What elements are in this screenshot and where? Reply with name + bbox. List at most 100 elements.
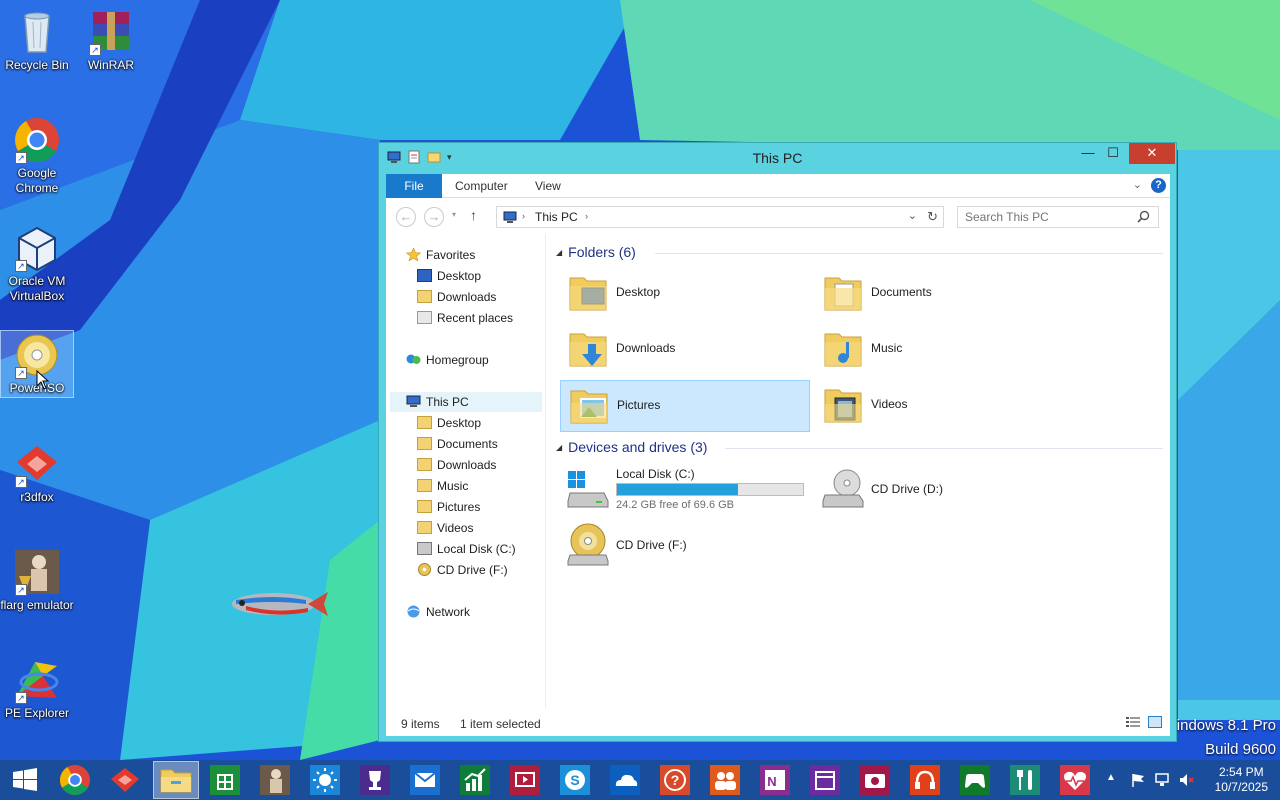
taskbar-clock[interactable]: 2:54 PM 10/7/2025 <box>1215 765 1268 795</box>
nav-this-pc-videos[interactable]: Videos <box>417 518 473 538</box>
clock-time: 2:54 PM <box>1218 765 1264 779</box>
nav-this-pc-cd-drive-f[interactable]: CD Drive (F:) <box>417 560 508 580</box>
folder-tile-downloads[interactable]: Downloads <box>560 324 810 376</box>
homegroup-icon <box>406 352 421 365</box>
taskbar-people[interactable] <box>708 763 742 797</box>
taskbar-food[interactable] <box>1008 763 1042 797</box>
taskbar-camera[interactable] <box>858 763 892 797</box>
show-hidden-icons-button[interactable]: ▲ <box>1106 772 1120 788</box>
desktop-icon-recycle-bin[interactable]: Recycle Bin <box>0 8 74 73</box>
folder-tile-documents[interactable]: Documents <box>815 268 1065 320</box>
search-box[interactable] <box>957 206 1159 228</box>
taskbar-music[interactable] <box>908 763 942 797</box>
taskbar-skype[interactable]: S <box>558 763 592 797</box>
taskbar-flarg[interactable] <box>258 763 292 797</box>
nav-this-pc-pictures[interactable]: Pictures <box>417 497 480 517</box>
folder-tile-music[interactable]: Music <box>815 324 1065 376</box>
folder-tile-videos[interactable]: Videos <box>815 380 1065 432</box>
address-box[interactable]: › This PC › ⌄ ↻ <box>496 206 944 228</box>
start-button[interactable] <box>8 763 42 797</box>
taskbar-r3dfox[interactable] <box>108 763 142 797</box>
finance-icon <box>460 765 490 795</box>
breadcrumb-this-pc[interactable]: This PC <box>535 210 578 224</box>
taskbar-help[interactable]: ? <box>658 763 692 797</box>
help-icon[interactable]: ? <box>1151 178 1166 193</box>
refresh-icon[interactable]: ↻ <box>927 209 938 225</box>
svg-text:?: ? <box>671 772 680 788</box>
taskbar-health[interactable] <box>1058 763 1092 797</box>
close-button[interactable]: ✕ <box>1129 143 1175 164</box>
taskbar-onenote[interactable]: N <box>758 763 792 797</box>
taskbar-onedrive[interactable] <box>608 763 642 797</box>
network-tray-icon[interactable] <box>1154 772 1170 788</box>
minimize-button[interactable]: — <box>1075 143 1101 164</box>
nav-favorites-recent-places[interactable]: Recent places <box>417 308 513 328</box>
nav-network[interactable]: Network <box>406 602 470 622</box>
taskbar-games[interactable] <box>958 763 992 797</box>
volume-muted-icon[interactable] <box>1178 772 1194 788</box>
nav-favorites[interactable]: Favorites <box>405 245 475 265</box>
taskbar-store[interactable] <box>208 763 242 797</box>
search-icon[interactable] <box>1137 210 1150 226</box>
nav-homegroup[interactable]: Homegroup <box>406 350 489 370</box>
taskbar-weather[interactable] <box>308 763 342 797</box>
trophy-icon <box>360 765 390 795</box>
forward-button[interactable]: → <box>424 207 444 227</box>
up-button[interactable]: ↑ <box>470 207 477 223</box>
taskbar-chrome[interactable] <box>58 763 92 797</box>
skype-icon: S <box>560 765 590 795</box>
nav-this-pc-documents[interactable]: Documents <box>417 434 498 454</box>
large-icons-view-icon[interactable] <box>1148 716 1162 731</box>
desktop-icon-pe-explorer[interactable]: ↗ PE Explorer <box>0 656 74 721</box>
desktop-folder-icon <box>566 270 610 316</box>
drive-tile-cd-drive-f[interactable]: CD Drive (F:) <box>560 519 810 571</box>
file-explorer-window[interactable]: ▾ This PC — ☐ ✕ File Computer View ⌄ ? ←… <box>378 142 1177 742</box>
back-button[interactable]: ← <box>396 207 416 227</box>
nav-favorites-desktop[interactable]: Desktop <box>417 266 481 286</box>
taskbar-trophy[interactable] <box>358 763 392 797</box>
ribbon-expand-icon[interactable]: ⌄ <box>1133 178 1142 191</box>
group-header-devices[interactable]: ◢ Devices and drives (3) <box>556 439 707 455</box>
action-center-icon[interactable] <box>1130 772 1146 788</box>
breadcrumb-chevron-icon[interactable]: › <box>585 211 588 221</box>
details-view-icon[interactable] <box>1126 717 1140 731</box>
nav-favorites-downloads[interactable]: Downloads <box>417 287 496 307</box>
taskbar-calendar[interactable] <box>808 763 842 797</box>
nav-this-pc[interactable]: This PC <box>390 392 542 412</box>
status-item-count: 9 items <box>401 717 440 731</box>
documents-folder-icon <box>417 437 432 450</box>
desktop-icon-chrome[interactable]: ↗ Google Chrome <box>0 116 74 196</box>
tab-computer[interactable]: Computer <box>442 174 521 198</box>
nav-this-pc-downloads[interactable]: Downloads <box>417 455 496 475</box>
nav-this-pc-desktop[interactable]: Desktop <box>417 413 481 433</box>
maximize-button[interactable]: ☐ <box>1100 143 1126 164</box>
title-bar[interactable]: ▾ This PC — ☐ ✕ <box>379 143 1176 173</box>
folder-tile-desktop[interactable]: Desktop <box>560 268 810 320</box>
desktop-icon-r3dfox[interactable]: ↗ r3dfox <box>0 440 74 505</box>
nav-this-pc-local-disk-c[interactable]: Local Disk (C:) <box>417 539 516 559</box>
taskbar-video[interactable] <box>508 763 542 797</box>
tab-file[interactable]: File <box>386 174 442 198</box>
taskbar-file-explorer[interactable] <box>153 761 199 799</box>
shortcut-arrow-icon: ↗ <box>15 476 27 488</box>
store-icon <box>210 765 240 795</box>
file-explorer-icon <box>160 769 192 793</box>
recent-locations-icon[interactable]: ▾ <box>452 210 456 219</box>
onedrive-icon <box>610 765 640 795</box>
desktop-icon-winrar[interactable]: ↗ WinRAR <box>74 8 148 73</box>
desktop-icon-virtualbox[interactable]: ↗ Oracle VM VirtualBox <box>0 224 74 304</box>
taskbar-finance[interactable] <box>458 763 492 797</box>
drive-tile-local-disk-c[interactable]: Local Disk (C:) 24.2 GB free of 69.6 GB <box>560 463 810 515</box>
address-dropdown-icon[interactable]: ⌄ <box>908 209 917 222</box>
winrar-icon: ↗ <box>87 8 135 56</box>
drive-tile-cd-drive-d[interactable]: CD Drive (D:) <box>815 463 1065 515</box>
computer-icon <box>503 211 517 227</box>
network-icon <box>406 604 421 618</box>
taskbar-mail[interactable] <box>408 763 442 797</box>
search-input[interactable] <box>958 207 1128 227</box>
nav-this-pc-music[interactable]: Music <box>417 476 468 496</box>
group-header-folders[interactable]: ◢ Folders (6) <box>556 244 636 260</box>
folder-tile-pictures[interactable]: Pictures <box>560 380 810 432</box>
tab-view[interactable]: View <box>522 174 574 198</box>
desktop-icon-flarg-emulator[interactable]: ↗ flarg emulator <box>0 548 74 613</box>
